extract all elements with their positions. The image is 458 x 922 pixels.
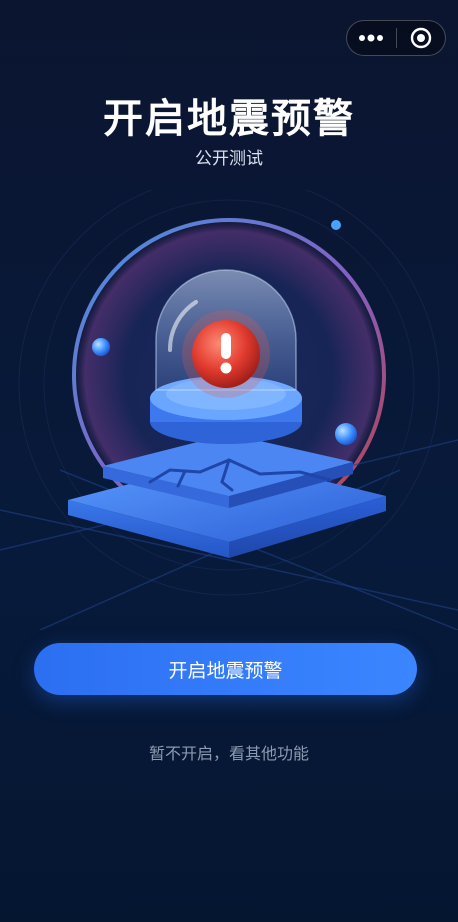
- enable-warning-button[interactable]: 开启地震预警: [34, 643, 417, 695]
- page-title: 开启地震预警: [103, 96, 355, 142]
- earthquake-alert-illustration: [0, 190, 458, 630]
- more-button[interactable]: [347, 20, 396, 56]
- close-button[interactable]: [396, 20, 445, 56]
- skip-link[interactable]: 暂不开启，看其他功能: [0, 740, 458, 764]
- ellipsis-icon: [359, 34, 384, 42]
- target-icon: [410, 27, 431, 49]
- mini-program-capsule: [346, 20, 446, 56]
- page-subtitle: 公开测试: [195, 149, 263, 169]
